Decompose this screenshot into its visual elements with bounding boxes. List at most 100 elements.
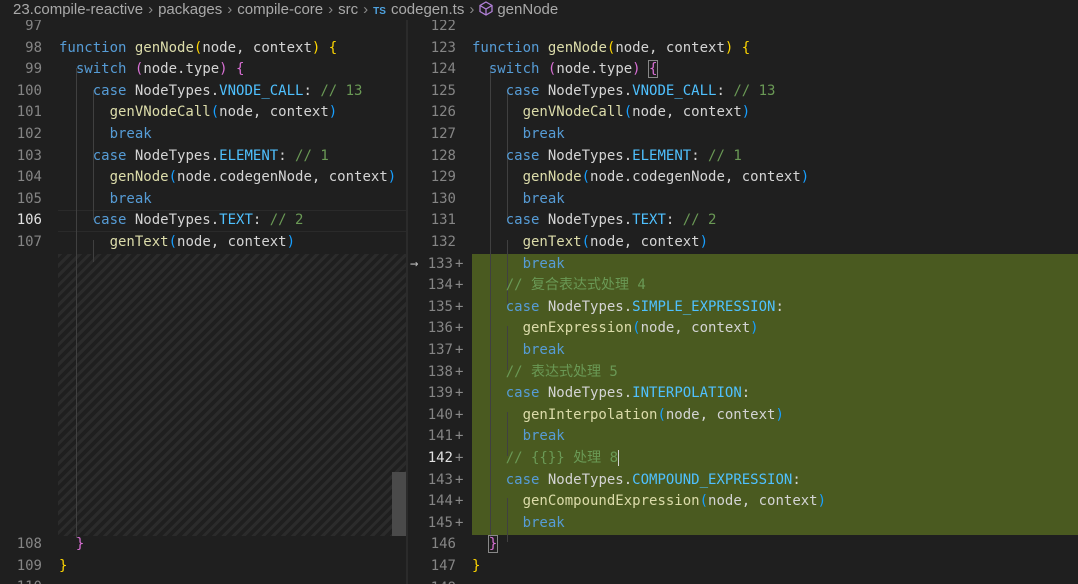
line-number: 97 (25, 20, 42, 34)
line-number: 128 (430, 147, 456, 164)
line-number: 148 (408, 578, 456, 584)
code-text: genVNodeCall(node, context) (522, 104, 751, 121)
code-line: 103 case NodeTypes.ELEMENT: // 1 (0, 146, 408, 168)
code-text: case NodeTypes.VNODE_CALL: // 13 (92, 82, 363, 99)
code-text: case NodeTypes.INTERPOLATION: (505, 385, 751, 402)
vertical-scrollbar[interactable] (392, 472, 406, 536)
breadcrumb-item-symbol[interactable]: genNode (479, 0, 558, 20)
code-text: break (522, 342, 565, 358)
diff-added-icon: + (455, 428, 464, 445)
line-number: 103 (16, 147, 42, 164)
line-number: 109 (16, 557, 42, 574)
code-text: case NodeTypes.ELEMENT: // 1 (505, 147, 742, 164)
code-line: 125 case NodeTypes.VNODE_CALL: // 13 (408, 81, 1078, 103)
code-line: 148 (408, 578, 1078, 584)
code-text: case NodeTypes.TEXT: // 2 (505, 212, 717, 229)
line-number: 145 (427, 514, 453, 531)
line-number: 102 (16, 126, 42, 142)
code-line: 110 (0, 577, 408, 584)
code-text: genVNodeCall(node, context) (109, 104, 338, 121)
breadcrumb-item-folder-root[interactable]: 23.compile-reactive (13, 0, 143, 20)
line-number: 99 (25, 61, 42, 78)
code-line: 135 + case NodeTypes.SIMPLE_EXPRESSION: (408, 297, 1078, 319)
code-line: 100 case NodeTypes.VNODE_CALL: // 13 (0, 81, 408, 103)
diff-modified-pane[interactable]: 122 123 function genNode(node, context) {… (408, 20, 1078, 584)
code-text: } (59, 557, 68, 574)
line-number: 129 (430, 169, 456, 186)
code-text: function genNode(node, context) { (59, 39, 338, 56)
code-text: break (522, 428, 565, 445)
breadcrumb: 23.compile-reactive › packages › compile-cor… (0, 0, 1078, 20)
code-text: genText(node, context) (522, 234, 709, 250)
code-line: 108 } (0, 534, 408, 556)
code-text: } (487, 535, 499, 554)
code-line: 122 (408, 20, 1078, 38)
code-line: 143 + case NodeTypes.COMPOUND_EXPRESSION: (408, 470, 1078, 492)
breadcrumb-item-compile-core[interactable]: compile-core (237, 0, 323, 20)
code-text: switch (node.type) { (75, 61, 245, 78)
code-line: 141 + break (408, 426, 1078, 448)
code-line: 139 + case NodeTypes.INTERPOLATION: (408, 383, 1078, 405)
code-line: 102 break (0, 124, 408, 146)
line-number: 137 (427, 342, 453, 358)
diff-added-icon: + (455, 493, 464, 510)
code-line: 138 + // 表达式处理 5 (408, 362, 1078, 384)
breadcrumb-symbol-label: genNode (497, 1, 559, 18)
code-line: 99 switch (node.type) { (0, 59, 408, 81)
code-line: → 133 + break (408, 254, 1078, 276)
line-number: 147 (430, 558, 456, 574)
line-number: 101 (16, 104, 42, 121)
code-text: case NodeTypes.SIMPLE_EXPRESSION: (505, 298, 784, 315)
code-text: genExpression(node, context) (522, 320, 759, 337)
code-line: 145 + break (408, 513, 1078, 535)
code-text: genCompoundExpression(node, context) (522, 493, 827, 510)
line-number: 136 (427, 320, 453, 337)
line-number: 139 (427, 385, 453, 402)
breadcrumb-separator-icon: › (227, 1, 233, 18)
breadcrumb-item-file[interactable]: TS codegen.ts (373, 0, 464, 22)
code-text: } (472, 558, 481, 574)
line-number: 123 (430, 39, 456, 56)
line-number: 110 (0, 577, 42, 584)
code-text: genNode(node.codegenNode, context) (522, 169, 810, 186)
breadcrumb-item-src[interactable]: src (338, 0, 358, 20)
code-line: 146 } (408, 534, 1078, 556)
line-number: 132 (430, 234, 456, 250)
code-line: 128 case NodeTypes.ELEMENT: // 1 (408, 146, 1078, 168)
code-text: // 复合表达式处理 4 (505, 277, 646, 294)
diff-added-icon: + (455, 471, 464, 488)
code-line: 134 + // 复合表达式处理 4 (408, 275, 1078, 297)
diff-added-icon: + (455, 363, 464, 380)
line-number: 106 (16, 212, 42, 229)
code-text: function genNode(node, context) { (472, 39, 751, 56)
line-number: 144 (427, 493, 453, 510)
line-number: 135 (427, 298, 453, 315)
method-symbol-icon (479, 1, 493, 16)
line-number: 134 (427, 277, 453, 294)
diff-original-pane[interactable]: 97 98 function genNode(node, context) { 9… (0, 20, 408, 584)
line-number: 146 (430, 536, 456, 553)
code-text: break (522, 255, 565, 272)
diff-removed-placeholder (58, 254, 408, 536)
code-line: 98 function genNode(node, context) { (0, 38, 408, 60)
code-line: 127 break (408, 124, 1078, 146)
code-line: 104 genNode(node.codegenNode, context) (0, 167, 408, 189)
line-number: 127 (430, 126, 456, 142)
code-line: 124 switch (node.type) { (408, 59, 1078, 81)
code-line: 140 + genInterpolation(node, context) (408, 405, 1078, 427)
diff-added-icon: + (455, 277, 464, 294)
code-text: break (522, 126, 565, 142)
code-line: 126 genVNodeCall(node, context) (408, 102, 1078, 124)
code-line: 107 genText(node, context) (0, 232, 408, 254)
code-line: 144 + genCompoundExpression(node, context… (408, 491, 1078, 513)
breadcrumb-item-packages[interactable]: packages (158, 0, 222, 20)
line-number: 124 (430, 61, 456, 78)
code-line: 136 + genExpression(node, context) (408, 318, 1078, 340)
line-number: 130 (430, 190, 456, 207)
line-number: 138 (427, 363, 453, 380)
line-number: 125 (430, 82, 456, 99)
code-text: genNode(node.codegenNode, context) (109, 169, 397, 186)
line-number: 122 (430, 20, 456, 34)
code-line: 106 case NodeTypes.TEXT: // 2 (0, 210, 408, 232)
code-text: break (109, 126, 152, 142)
